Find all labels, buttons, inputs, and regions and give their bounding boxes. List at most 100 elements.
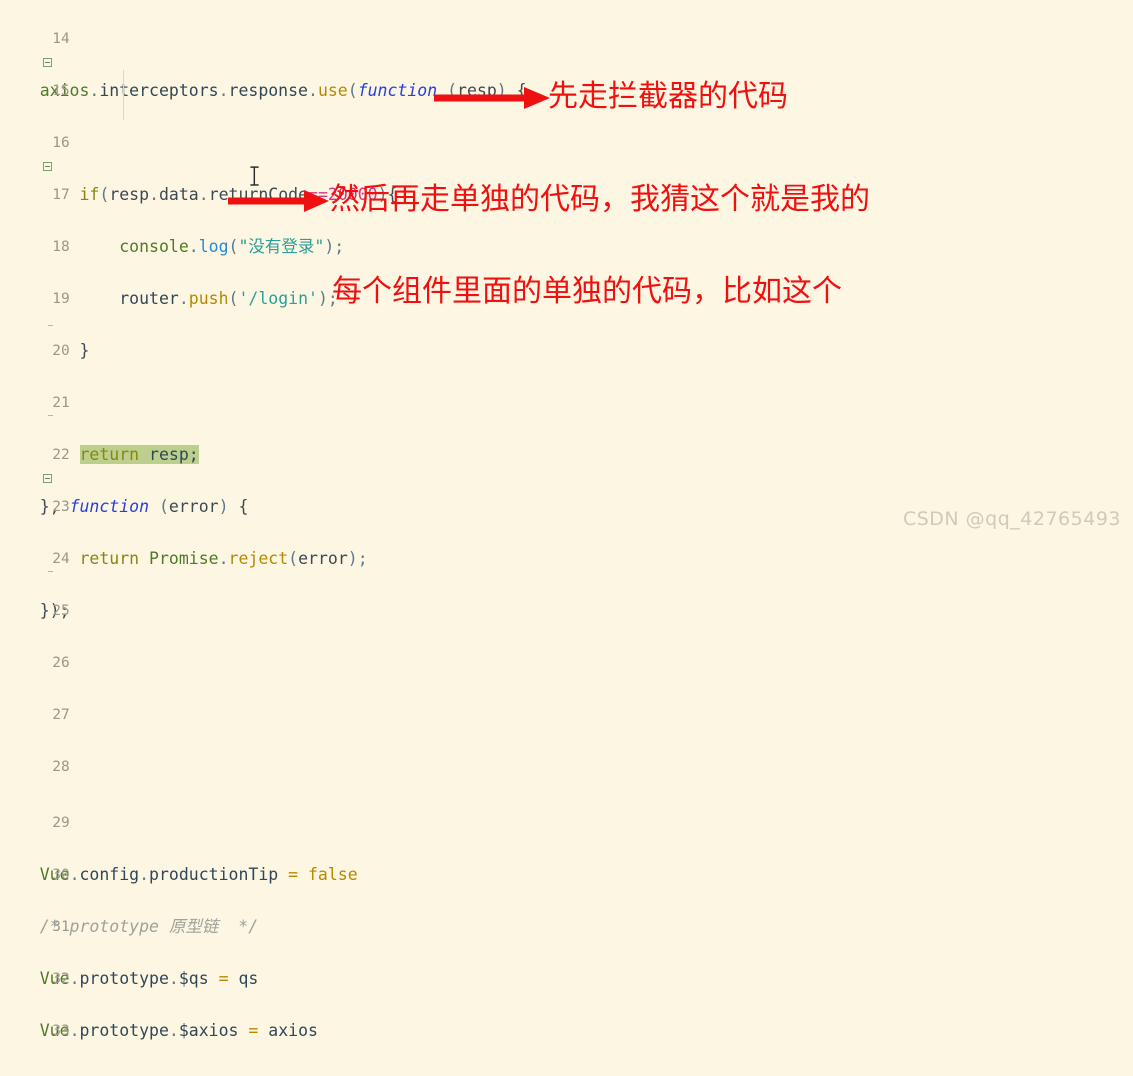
code-line-34[interactable]: 34 new Vue({ [0,1044,1133,1076]
line-number: 23 [52,499,70,515]
token-param: error [168,497,219,516]
token-paren: ( [288,549,299,568]
line-number: 26 [52,655,70,671]
code-line-21[interactable]: 21 return·resp; [0,364,1133,464]
token-semicolon: ; [357,549,368,568]
line-number: 21 [52,395,70,411]
code-text-22: }, function (error) { [40,494,249,520]
token-paren: ) [324,237,335,256]
line-number: 20 [52,343,70,359]
token-dot: . [149,185,159,204]
annotation-text-1: 先走拦截器的代码 [548,79,788,114]
line-number: 34 [40,1070,69,1076]
token-paren: ( [228,237,239,256]
token-keyword: function [357,81,438,100]
token-param: resp [457,81,497,100]
token-paren: ( [228,289,239,308]
csdn-watermark: CSDN @qq_42765493 [902,508,1121,530]
line-number: 15 [52,83,70,99]
token-dot: . [69,865,80,884]
token-paren: ) [218,497,229,516]
token-operator: == [308,185,328,204]
token-brace: { [228,497,249,516]
code-line-27[interactable]: 27 [0,676,1133,723]
token-keyword: return [79,445,140,464]
token-property: data [159,185,199,204]
token-property: prototype [79,969,169,988]
code-line-28[interactable]: 28 [0,728,1133,775]
token-dot: . [198,185,209,204]
token-dot: . [308,81,318,100]
line-number: 28 [52,759,70,775]
token-property: response [228,81,308,100]
token-function: reject [228,549,289,568]
token-brace: } [79,341,90,360]
token-dot: . [69,969,80,988]
token-keyword: return [79,549,140,568]
token-variable: resp [149,445,189,464]
annotation-text-2: 然后再走单独的代码，我猜这个就是我的 [330,182,870,217]
token-paren: ) [347,549,358,568]
code-line-33[interactable]: 33 [0,992,1133,1039]
token-property: $axios [178,1021,239,1040]
code-text-18: router.push('/login'); [40,286,338,312]
line-number: 24 [52,551,70,567]
token-paren: ( [99,185,110,204]
code-line-25[interactable]: 25 [0,572,1133,619]
token-operator: = [288,865,299,884]
code-text-32: Vue.prototype.$axios = axios [40,1018,318,1044]
token-property: returnCode [208,185,309,204]
line-number: 25 [52,603,70,619]
annotation-text-3: 每个组件里面的单独的代码，比如这个 [332,274,842,309]
code-line-15[interactable]: 15 [0,52,1133,99]
token-property: interceptors [99,81,219,100]
code-line-22[interactable]: 22 }, function (error) { [0,416,1133,516]
code-text-30: /* prototype 原型链 */ [40,914,258,940]
token-dot: . [178,289,189,308]
token-function: push [188,289,229,308]
token-paren: ) [317,289,328,308]
token-dot: . [168,969,179,988]
token-string: '/login' [238,289,318,308]
token-property: config [79,865,140,884]
token-keyword: if [79,185,100,204]
code-line-31[interactable]: 31 Vue.prototype.$qs = qs [0,888,1133,988]
token-param: error [298,549,348,568]
code-line-29[interactable]: 29 Vue.config.productionTip = false [0,784,1133,884]
code-line-20[interactable]: 20 [0,312,1133,359]
code-line-14[interactable]: 14 axios.interceptors.response.use(funct… [0,0,1133,100]
token-comment: */ [218,917,259,936]
token-property: prototype [79,1021,169,1040]
line-number: 33 [52,1023,70,1039]
whitespace-dot-icon: · [139,445,150,464]
token-paren: ( [347,81,358,100]
token-object: console [119,237,189,256]
line-number: 29 [52,815,70,831]
token-object: router [119,289,179,308]
code-line-26[interactable]: 26 [0,624,1133,671]
line-number: 14 [52,31,70,47]
token-operator: = [218,969,229,988]
code-line-30[interactable]: 30 /* prototype 原型链 */ [0,836,1133,936]
token-class: Promise [149,549,219,568]
token-function: log [198,237,229,256]
token-dot: . [168,1021,179,1040]
code-line-17[interactable]: 17 console.log("没有登录"); [0,156,1133,256]
line-number: 27 [52,707,70,723]
token-dot: . [139,865,150,884]
token-function: use [317,81,348,100]
token-semicolon: ; [334,237,345,256]
token-variable: axios [268,1021,318,1040]
code-line-23[interactable]: 23 return Promise.reject(error); [0,468,1133,568]
code-line-32[interactable]: 32 Vue.prototype.$axios = axios [0,940,1133,1040]
token-dot: . [69,1021,80,1040]
token-dot: . [218,549,229,568]
token-dot: . [188,237,199,256]
line-number: 19 [52,291,70,307]
